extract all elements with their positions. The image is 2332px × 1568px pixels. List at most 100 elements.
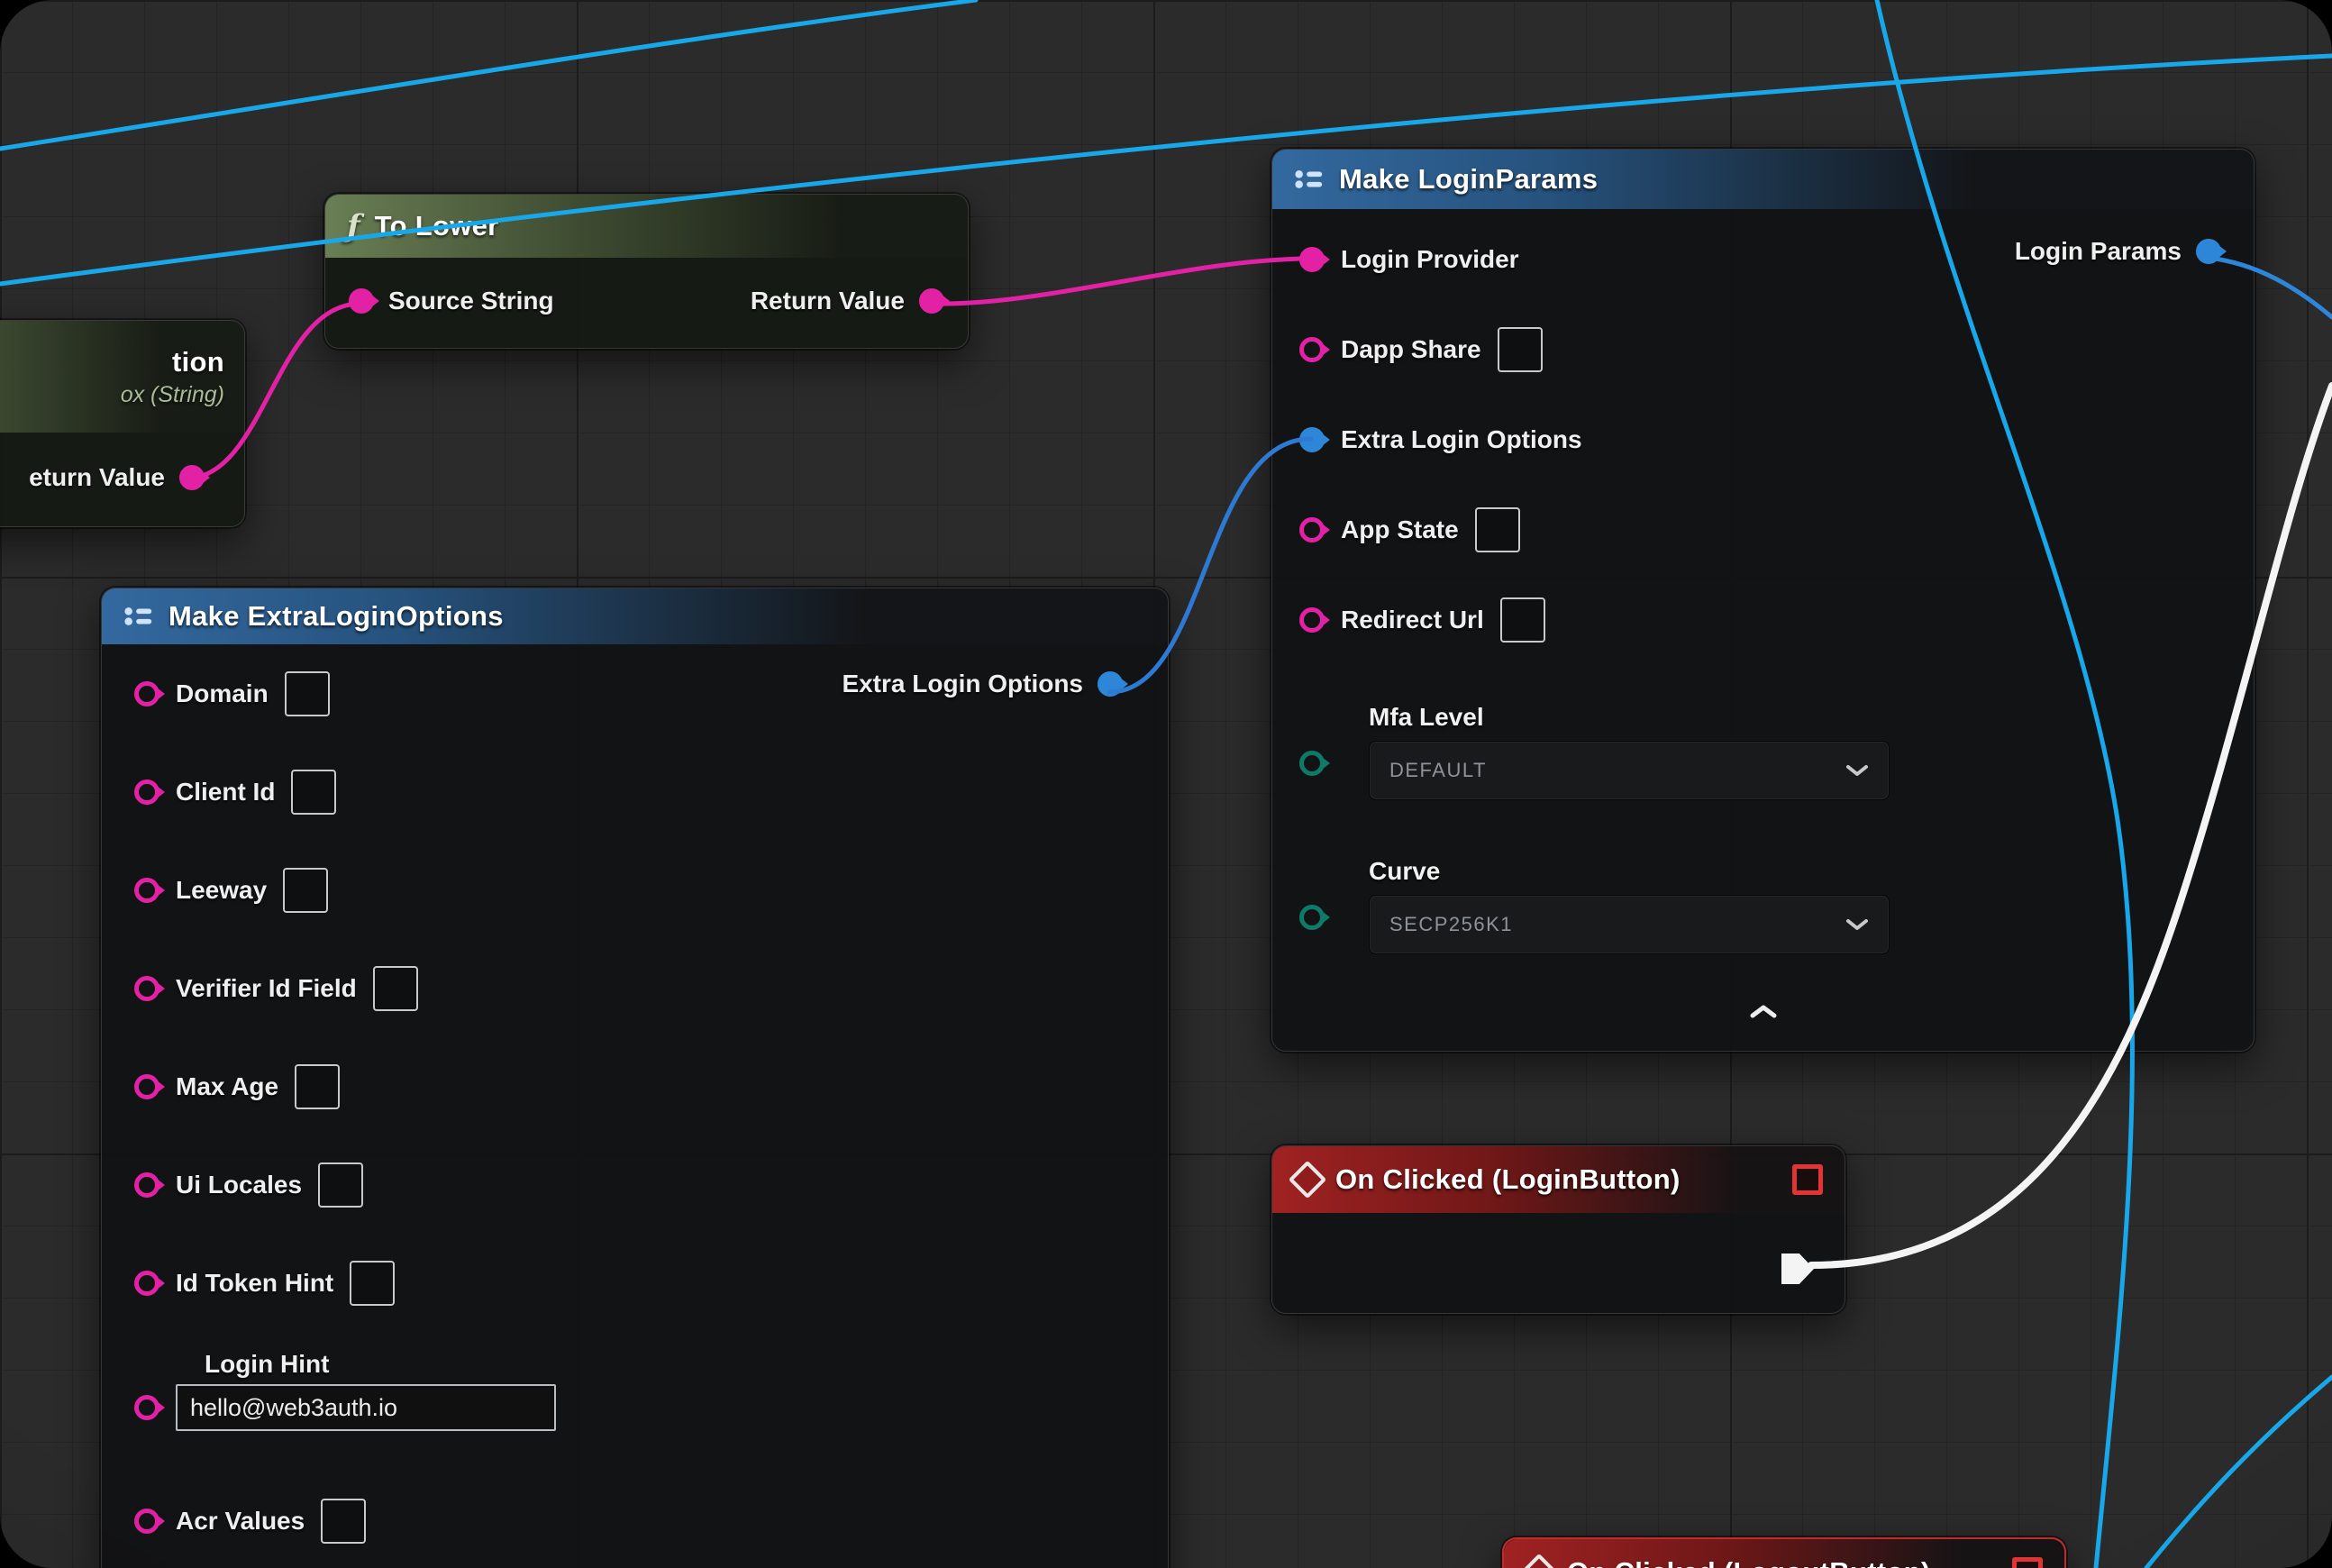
wire-cyan-top-left[interactable] <box>0 0 976 149</box>
pin-label: Return Value <box>751 287 905 315</box>
node-header[interactable]: tion ox (String) <box>0 321 244 433</box>
dapp-share-checkbox[interactable] <box>1498 327 1543 372</box>
chevron-down-icon <box>1845 917 1869 932</box>
pin-row-app-state: App State <box>1272 485 2254 575</box>
output-pin-return-value[interactable] <box>179 465 205 490</box>
redirect-url-checkbox[interactable] <box>1500 597 1545 643</box>
login-hint-input[interactable] <box>176 1384 556 1431</box>
node-title: To Lower <box>375 210 499 242</box>
input-pin-curve[interactable] <box>1299 905 1325 930</box>
id-token-hint-checkbox[interactable] <box>350 1261 395 1306</box>
pin-row-ui-locales: Ui Locales <box>102 1135 1168 1234</box>
input-pin-dapp-share[interactable] <box>1299 337 1325 362</box>
input-pin-leeway[interactable] <box>134 878 159 903</box>
node-on-clicked-logout-button[interactable]: On Clicked (LogoutButton) <box>1502 1537 2066 1568</box>
node-to-lower[interactable]: ƒ To Lower Source String Return Value <box>324 194 969 349</box>
pin-row-curve: Curve SECP256K1 <box>1272 857 2254 954</box>
delegate-pin-icon[interactable] <box>2012 1557 2043 1568</box>
node-on-clicked-login-button[interactable]: On Clicked (LoginButton) <box>1271 1145 1845 1314</box>
input-pin-max-age[interactable] <box>134 1074 159 1099</box>
pin-label: Verifier Id Field <box>176 974 357 1003</box>
node-clipped-left[interactable]: tion ox (String) eturn Value <box>0 320 245 527</box>
node-header[interactable]: Make ExtraLoginOptions <box>102 588 1168 644</box>
make-struct-icon <box>1294 167 1325 192</box>
pin-row-verifier-id-field: Verifier Id Field <box>102 939 1168 1037</box>
node-header[interactable]: On Clicked (LoginButton) <box>1272 1146 1845 1213</box>
event-icon <box>1289 1161 1326 1199</box>
pin-label: Leeway <box>176 876 267 905</box>
input-pin-login-hint[interactable] <box>134 1395 159 1420</box>
collapse-node-button[interactable] <box>1272 1003 2254 1021</box>
wire-cyan-bottom-right[interactable] <box>2146 1377 2332 1568</box>
pin-label: Ui Locales <box>176 1171 302 1199</box>
chevron-up-icon <box>1748 1003 1779 1021</box>
node-title: Make LoginParams <box>1339 163 1598 196</box>
pin-row-extra-login-options: Extra Login Options <box>1272 395 2254 485</box>
acr-values-checkbox[interactable] <box>321 1499 366 1544</box>
input-pin-source-string[interactable] <box>349 288 374 314</box>
domain-checkbox[interactable] <box>285 671 330 716</box>
pin-label: Login Params <box>2015 237 2182 266</box>
pin-row-leeway: Leeway <box>102 841 1168 939</box>
input-pin-ui-locales[interactable] <box>134 1172 159 1198</box>
curve-dropdown[interactable]: SECP256K1 <box>1369 895 1890 954</box>
node-header[interactable]: Make LoginParams <box>1272 150 2254 209</box>
input-pin-domain[interactable] <box>134 681 159 707</box>
node-header[interactable]: On Clicked (LogoutButton) <box>1504 1539 2064 1568</box>
pin-label: App State <box>1341 515 1459 544</box>
chevron-down-icon <box>1845 763 1869 778</box>
verifier-id-field-checkbox[interactable] <box>373 966 418 1011</box>
pin-label: Mfa Level <box>1369 703 2254 732</box>
pin-row-dapp-share: Dapp Share <box>1272 305 2254 395</box>
pin-label: Login Provider <box>1341 245 1519 274</box>
node-make-login-params[interactable]: Make LoginParams Login Params Login Prov… <box>1271 149 2255 1052</box>
mfa-level-dropdown[interactable]: DEFAULT <box>1369 741 1890 800</box>
ui-locales-checkbox[interactable] <box>318 1162 363 1208</box>
node-make-extra-login-options[interactable]: Make ExtraLoginOptions Extra Login Optio… <box>101 588 1169 1568</box>
pin-label: Max Age <box>176 1072 278 1101</box>
return-value-output: eturn Value <box>29 463 205 492</box>
pin-label: Extra Login Options <box>1341 425 1582 454</box>
input-pin-app-state[interactable] <box>1299 517 1325 542</box>
dropdown-value: SECP256K1 <box>1389 913 1513 936</box>
app-state-checkbox[interactable] <box>1475 507 1520 552</box>
event-icon <box>1520 1554 1558 1568</box>
pin-row-login-hint: Login Hint <box>102 1332 1168 1472</box>
wire-magenta-return-to-login-provider[interactable] <box>931 259 1311 304</box>
pin-label: Source String <box>388 287 554 315</box>
client-id-checkbox[interactable] <box>291 770 336 815</box>
output-pin-login-params[interactable] <box>2196 239 2221 264</box>
input-pin-id-token-hint[interactable] <box>134 1271 159 1296</box>
pin-label: Login Hint <box>205 1332 1168 1379</box>
input-pin-redirect-url[interactable] <box>1299 607 1325 633</box>
pin-label: eturn Value <box>29 463 165 492</box>
max-age-checkbox[interactable] <box>295 1064 340 1109</box>
output-pin-extra-login-options[interactable] <box>1098 671 1123 697</box>
input-pin-acr-values[interactable] <box>134 1509 159 1534</box>
pin-row-mfa-level: Mfa Level DEFAULT <box>1272 703 2254 800</box>
node-title: tion <box>172 346 224 378</box>
output-pin-return-value[interactable] <box>919 288 944 314</box>
exec-output-pin[interactable] <box>1781 1253 1814 1284</box>
node-header[interactable]: ƒ To Lower <box>325 195 968 258</box>
node-subtitle: ox (String) <box>121 382 224 408</box>
input-pin-verifier-id-field[interactable] <box>134 976 159 1001</box>
node-title: On Clicked (LogoutButton) <box>1567 1556 1931 1568</box>
input-pin-mfa-level[interactable] <box>1299 751 1325 776</box>
node-title: On Clicked (LoginButton) <box>1335 1163 1681 1196</box>
pin-row-redirect-url: Redirect Url <box>1272 575 2254 665</box>
leeway-checkbox[interactable] <box>283 868 328 913</box>
input-pin-login-provider[interactable] <box>1299 247 1325 272</box>
pure-function-icon: ƒ <box>347 211 360 242</box>
pin-label: Curve <box>1369 857 2254 886</box>
input-pin-extra-login-options[interactable] <box>1299 427 1325 452</box>
pin-label: Redirect Url <box>1341 606 1484 634</box>
pin-label: Extra Login Options <box>842 670 1083 698</box>
blueprint-graph-canvas[interactable]: tion ox (String) eturn Value ƒ To Lower … <box>0 0 2332 1568</box>
node-title: Make ExtraLoginOptions <box>169 600 504 633</box>
input-pin-client-id[interactable] <box>134 779 159 805</box>
pin-label: Acr Values <box>176 1507 305 1536</box>
pin-row-id-token-hint: Id Token Hint <box>102 1234 1168 1332</box>
pin-label: Client Id <box>176 778 275 807</box>
delegate-pin-icon[interactable] <box>1792 1164 1823 1195</box>
